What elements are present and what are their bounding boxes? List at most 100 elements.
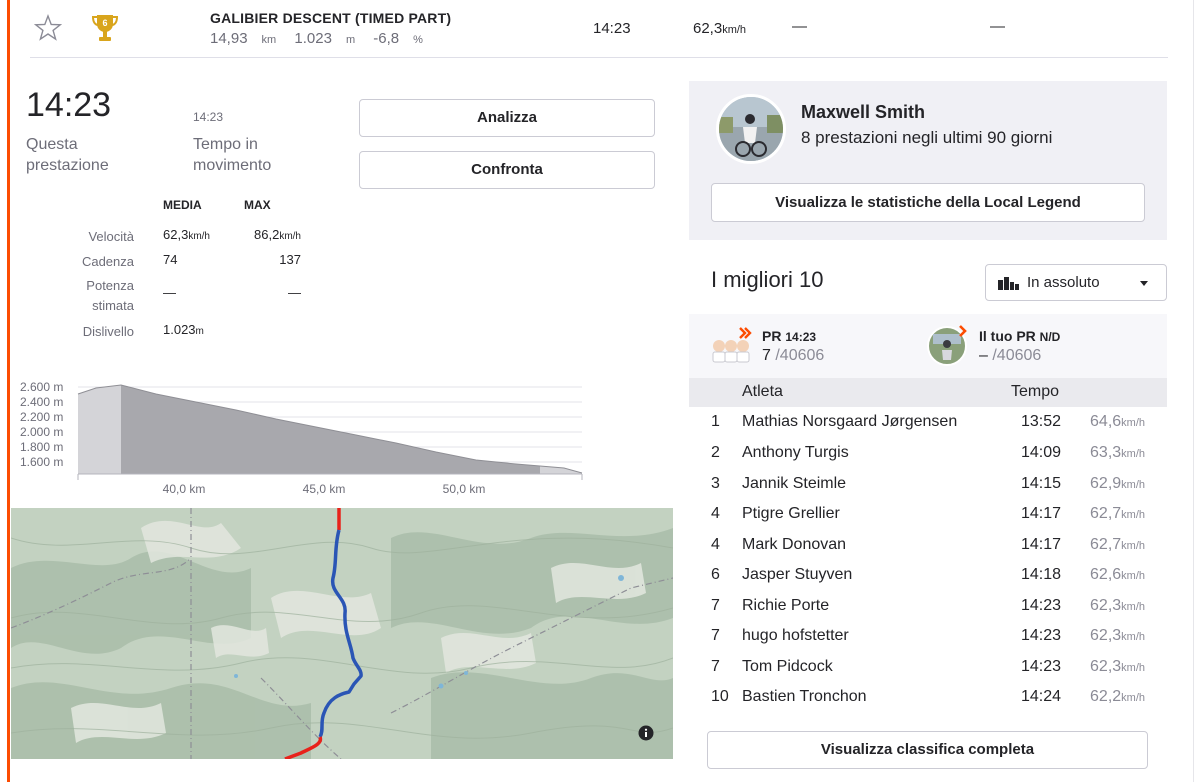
leaderboard-filter-dropdown[interactable]: In assoluto: [985, 264, 1167, 301]
segment-speed-value: 62,3: [693, 20, 723, 37]
avatar[interactable]: [716, 94, 786, 164]
row-speed-value: 62,3: [1090, 627, 1122, 644]
row-speed: 62,3km/h: [1067, 627, 1145, 645]
stats-label: Potenza stimata: [86, 278, 134, 313]
segment-row: 6 GALIBIER DESCENT (TIMED PART) 14,93 km …: [30, 0, 1168, 58]
stats-label: Cadenza: [81, 254, 134, 269]
row-speed-value: 62,2: [1090, 688, 1122, 705]
x-tick: 50,0 km: [443, 482, 486, 496]
compare-button[interactable]: Confronta: [359, 151, 655, 189]
local-legend-stats-button[interactable]: Visualizza le statistiche della Local Le…: [711, 183, 1145, 222]
table-row[interactable]: 6 Jasper Stuyven 14:18 62,6km/h: [689, 560, 1167, 590]
row-athlete[interactable]: Bastien Tronchon: [742, 688, 867, 706]
pr-title: PR 14:23: [762, 328, 816, 344]
trophy-icon: 6: [91, 15, 119, 41]
y-tick: 1.800 m: [20, 440, 63, 454]
map-terrain: [11, 508, 673, 759]
local-legend-card: Maxwell Smith 8 prestazioni negli ultimi…: [689, 81, 1167, 240]
page-border: [1193, 0, 1194, 782]
row-athlete[interactable]: hugo hofstetter: [742, 627, 849, 645]
row-speed-value: 62,7: [1090, 505, 1122, 522]
segment-col6: —: [990, 18, 1005, 35]
leaderboard-filter-label: In assoluto: [1027, 274, 1100, 291]
row-speed-unit: km/h: [1121, 448, 1145, 460]
x-tick: 45,0 km: [303, 482, 346, 496]
row-athlete[interactable]: Tom Pidcock: [742, 658, 833, 676]
row-athlete[interactable]: Ptigre Grellier: [742, 505, 840, 523]
star-icon[interactable]: [34, 14, 62, 42]
analyze-button[interactable]: Analizza: [359, 99, 655, 137]
y-tick: 2.400 m: [20, 395, 63, 409]
stats-header-max: MAX: [244, 198, 271, 212]
row-rank: 3: [711, 475, 720, 492]
table-row[interactable]: 3 Jannik Steimle 14:15 62,9km/h: [689, 469, 1167, 499]
full-leaderboard-button[interactable]: Visualizza classifica completa: [707, 731, 1148, 769]
table-row[interactable]: 2 Anthony Turgis 14:09 63,3km/h: [689, 438, 1167, 468]
segment-distance: 14,93: [210, 30, 248, 47]
row-speed: 62,7km/h: [1067, 536, 1145, 554]
moving-time: 14:23: [193, 110, 224, 124]
leaderboard-header: Atleta Tempo: [689, 378, 1167, 407]
row-time: 14:23: [1020, 658, 1061, 675]
table-row[interactable]: 7 Richie Porte 14:23 62,3km/h: [689, 591, 1167, 621]
row-speed: 63,3km/h: [1067, 444, 1145, 462]
row-speed-value: 63,3: [1090, 444, 1122, 461]
table-row[interactable]: 4 Mark Donovan 14:17 62,7km/h: [689, 530, 1167, 560]
your-avatar-icon: [927, 325, 967, 366]
row-rank: 1: [711, 413, 720, 430]
row-speed-value: 64,6: [1090, 413, 1122, 430]
segment-name[interactable]: GALIBIER DESCENT (TIMED PART): [210, 10, 451, 26]
table-row[interactable]: 7 Tom Pidcock 14:23 62,3km/h: [689, 652, 1167, 682]
elevation-chart[interactable]: 2.600 m 2.400 m 2.200 m 2.000 m 1.800 m …: [16, 372, 586, 500]
info-icon[interactable]: [638, 725, 654, 741]
row-speed: 62,3km/h: [1067, 597, 1145, 615]
stats-avg-value: 62,3: [163, 227, 189, 242]
y-tick: 2.600 m: [20, 380, 63, 394]
row-speed-unit: km/h: [1121, 417, 1145, 429]
table-row[interactable]: 10 Bastien Tronchon 14:24 62,2km/h: [689, 682, 1167, 712]
segment-col5: —: [792, 18, 807, 35]
row-time: 14:24: [1020, 688, 1061, 705]
pr-rank-value: 7: [762, 347, 771, 364]
row-athlete[interactable]: Mathias Norsgaard Jørgensen: [742, 413, 957, 431]
row-athlete[interactable]: Anthony Turgis: [742, 444, 849, 462]
table-row[interactable]: 7 hugo hofstetter 14:23 62,3km/h: [689, 621, 1167, 651]
row-speed-unit: km/h: [1121, 631, 1145, 643]
row-speed-unit: km/h: [1121, 601, 1145, 613]
row-speed: 62,2km/h: [1067, 688, 1145, 706]
local-legend-subtitle: 8 prestazioni negli ultimi 90 giorni: [801, 128, 1053, 147]
row-athlete[interactable]: Jannik Steimle: [742, 475, 846, 493]
effort-time-label: Questa prestazione: [26, 136, 109, 174]
row-time: 14:09: [1020, 444, 1061, 461]
accent-bar: [7, 0, 10, 782]
row-athlete[interactable]: Jasper Stuyven: [742, 566, 852, 584]
row-athlete[interactable]: Richie Porte: [742, 597, 829, 615]
table-row[interactable]: 4 Ptigre Grellier 14:17 62,7km/h: [689, 499, 1167, 529]
stats-max-unit: km/h: [279, 231, 301, 242]
row-time: 14:17: [1020, 536, 1061, 553]
segment-speed: 62,3km/h: [693, 20, 746, 37]
row-athlete[interactable]: Mark Donovan: [742, 536, 846, 554]
table-row[interactable]: 1 Mathias Norsgaard Jørgensen 13:52 64,6…: [689, 407, 1167, 437]
row-rank: 10: [711, 688, 729, 705]
segment-elevation: 1.023: [294, 30, 332, 47]
moving-time-label: Tempo in movimento: [193, 136, 272, 174]
row-speed-value: 62,6: [1090, 566, 1122, 583]
row-speed: 64,6km/h: [1067, 413, 1145, 431]
row-rank: 7: [711, 658, 720, 675]
local-legend-name[interactable]: Maxwell Smith: [801, 102, 925, 123]
route-map[interactable]: [11, 508, 673, 759]
stats-avg: 74: [163, 252, 178, 267]
x-tick: 40,0 km: [163, 482, 206, 496]
y-tick: 2.200 m: [20, 410, 63, 424]
row-speed-value: 62,3: [1090, 658, 1122, 675]
stats-avg-unit: km/h: [188, 231, 210, 242]
segment-speed-unit: km/h: [722, 24, 747, 36]
stats-max-value: 86,2: [254, 227, 280, 242]
your-pr-title: Il tuo PR N/D: [979, 328, 1060, 344]
row-rank: 4: [711, 536, 720, 553]
your-pr-time: N/D: [1039, 330, 1061, 344]
your-pr-rank-value: –: [979, 347, 988, 364]
stats-max: 137: [279, 252, 301, 267]
row-speed-unit: km/h: [1121, 479, 1145, 491]
